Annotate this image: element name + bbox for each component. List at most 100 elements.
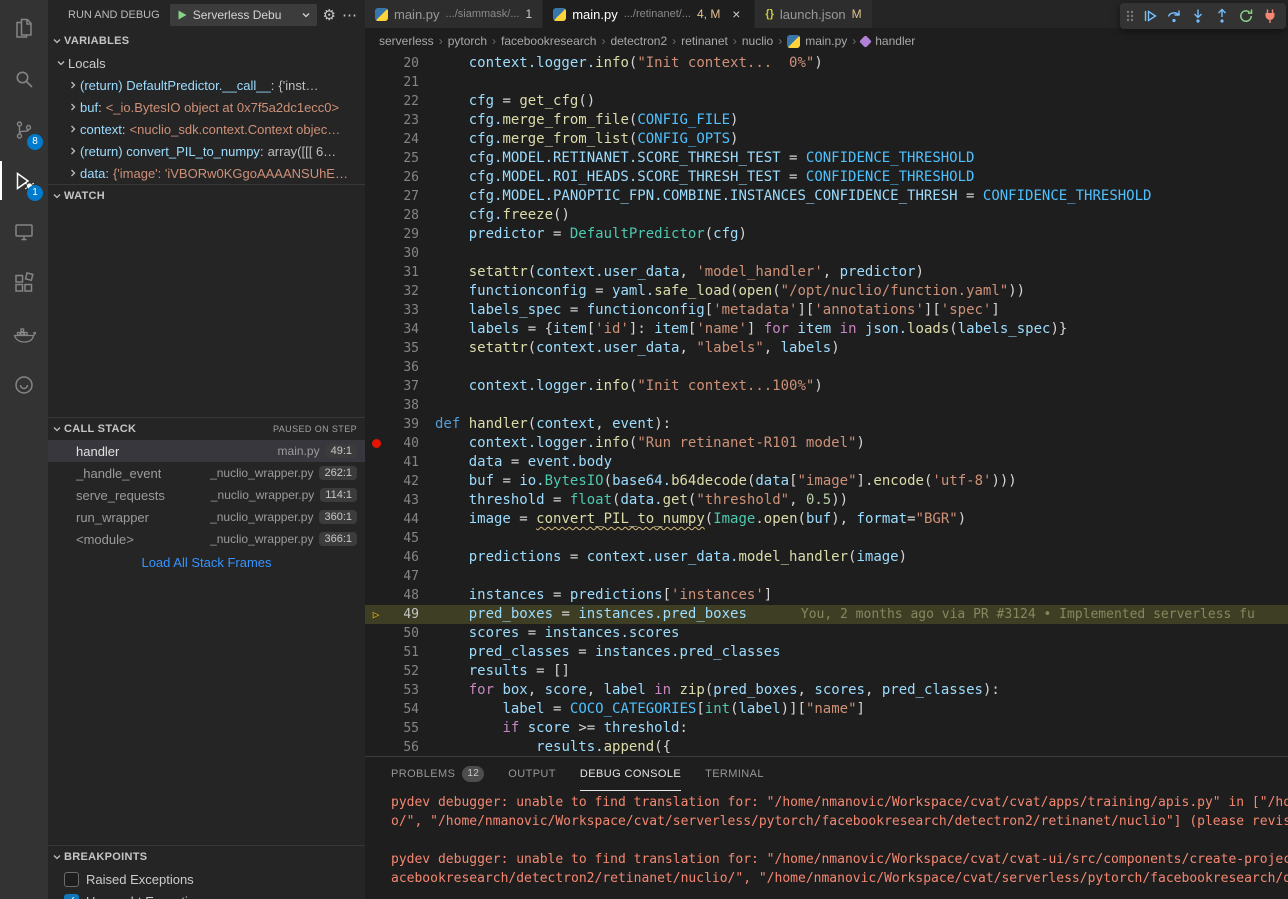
stack-frame-row[interactable]: handlermain.py49:1 (48, 440, 365, 462)
gear-icon[interactable]: ⚙ (323, 8, 336, 23)
breadcrumb-item-nuclio[interactable]: nuclio (742, 34, 773, 48)
gutter-glyph-margin[interactable] (365, 453, 387, 472)
code-line-40[interactable]: 40 context.logger.info("Run retinanet-R1… (365, 434, 1288, 453)
code-line-34[interactable]: 34 labels = {item['id']: item['name'] fo… (365, 320, 1288, 339)
variable-row[interactable]: data:{'image': 'iVBORw0KGgoAAAANSUhE… (48, 162, 365, 184)
gutter-glyph-margin[interactable] (365, 681, 387, 700)
code-line-47[interactable]: 47 (365, 567, 1288, 586)
code-line-45[interactable]: 45 (365, 529, 1288, 548)
watch-section-header[interactable]: WATCH (48, 185, 365, 207)
code-line-46[interactable]: 46 predictions = context.user_data.model… (365, 548, 1288, 567)
code-line-50[interactable]: 50 scores = instances.scores (365, 624, 1288, 643)
step-out-button[interactable] (1210, 4, 1234, 28)
gutter-glyph-margin[interactable] (365, 358, 387, 377)
breakpoints-section-header[interactable]: BREAKPOINTS (48, 846, 365, 868)
activity-item-explorer[interactable] (0, 2, 48, 53)
breadcrumb-item-facebookresearch[interactable]: facebookresearch (501, 34, 596, 48)
code-line-35[interactable]: 35 setattr(context.user_data, "labels", … (365, 339, 1288, 358)
breakpoint-dot[interactable] (372, 439, 381, 448)
code-line-52[interactable]: 52 results = [] (365, 662, 1288, 681)
code-line-30[interactable]: 30 (365, 244, 1288, 263)
gutter-glyph-margin[interactable] (365, 700, 387, 719)
breadcrumb-item-main-py[interactable]: main.py (787, 34, 847, 48)
code-line-26[interactable]: 26 cfg.MODEL.ROI_HEADS.SCORE_THRESH_TEST… (365, 168, 1288, 187)
code-line-38[interactable]: 38 (365, 396, 1288, 415)
breadcrumb-item-serverless[interactable]: serverless (379, 34, 434, 48)
activity-item-docker[interactable] (0, 308, 48, 359)
gutter-glyph-margin[interactable] (365, 510, 387, 529)
activity-item-remote-explorer[interactable] (0, 206, 48, 257)
disconnect-button[interactable] (1258, 4, 1282, 28)
panel-tab-terminal[interactable]: TERMINAL (705, 757, 764, 791)
breadcrumb-item-retinanet[interactable]: retinanet (681, 34, 728, 48)
code-line-43[interactable]: 43 threshold = float(data.get("threshold… (365, 491, 1288, 510)
close-icon[interactable]: × (728, 6, 744, 22)
code-line-33[interactable]: 33 labels_spec = functionconfig['metadat… (365, 301, 1288, 320)
code-line-49[interactable]: ▷49 pred_boxes = instances.pred_boxesYou… (365, 605, 1288, 624)
code-line-51[interactable]: 51 pred_classes = instances.pred_classes (365, 643, 1288, 662)
step-over-button[interactable] (1162, 4, 1186, 28)
gutter-glyph-margin[interactable] (365, 301, 387, 320)
stack-frame-row[interactable]: serve_requests_nuclio_wrapper.py114:1 (48, 484, 365, 506)
code-line-41[interactable]: 41 data = event.body (365, 453, 1288, 472)
debug-console-output[interactable]: pydev debugger: unable to find translati… (365, 791, 1288, 899)
code-line-21[interactable]: 21 (365, 73, 1288, 92)
debug-config-dropdown[interactable]: Serverless Debu (170, 4, 317, 26)
panel-tab-debug-console[interactable]: DEBUG CONSOLE (580, 757, 681, 791)
code-line-48[interactable]: 48 instances = predictions['instances'] (365, 586, 1288, 605)
gutter-glyph-margin[interactable] (365, 662, 387, 681)
editor-tab-2[interactable]: {}launch.jsonM (755, 0, 872, 28)
step-into-button[interactable] (1186, 4, 1210, 28)
gutter-glyph-margin[interactable] (365, 738, 387, 756)
breadcrumb-item-detectron2[interactable]: detectron2 (610, 34, 667, 48)
activity-item-extensions[interactable] (0, 257, 48, 308)
code-line-24[interactable]: 24 cfg.merge_from_list(CONFIG_OPTS) (365, 130, 1288, 149)
variables-section-header[interactable]: VARIABLES (48, 30, 365, 52)
stack-frame-row[interactable]: _handle_event_nuclio_wrapper.py262:1 (48, 462, 365, 484)
code-line-32[interactable]: 32 functionconfig = yaml.safe_load(open(… (365, 282, 1288, 301)
code-line-44[interactable]: 44 image = convert_PIL_to_numpy(Image.op… (365, 510, 1288, 529)
gutter-glyph-margin[interactable] (365, 263, 387, 282)
code-line-20[interactable]: 20 context.logger.info("Init context... … (365, 54, 1288, 73)
code-line-37[interactable]: 37 context.logger.info("Init context...1… (365, 377, 1288, 396)
code-line-27[interactable]: 27 cfg.MODEL.PANOPTIC_FPN.COMBINE.INSTAN… (365, 187, 1288, 206)
code-line-25[interactable]: 25 cfg.MODEL.RETINANET.SCORE_THRESH_TEST… (365, 149, 1288, 168)
gutter-glyph-margin[interactable] (365, 339, 387, 358)
variables-scope-locals[interactable]: Locals (48, 52, 365, 74)
gutter-glyph-margin[interactable] (365, 206, 387, 225)
activity-item-source-control[interactable]: 8 (0, 104, 48, 155)
gutter-glyph-margin[interactable] (365, 548, 387, 567)
panel-tab-problems[interactable]: PROBLEMS12 (391, 757, 484, 791)
code-line-56[interactable]: 56 results.append({ (365, 738, 1288, 756)
stack-frame-row[interactable]: run_wrapper_nuclio_wrapper.py360:1 (48, 506, 365, 528)
load-all-stack-frames-link[interactable]: Load All Stack Frames (48, 555, 365, 570)
start-debugging-icon[interactable] (176, 9, 188, 21)
gutter-glyph-margin[interactable] (365, 567, 387, 586)
gutter-glyph-margin[interactable] (365, 187, 387, 206)
gutter-glyph-margin[interactable] (365, 719, 387, 738)
breakpoint-row[interactable]: ✓Uncaught Exceptions (48, 890, 365, 899)
breadcrumb-item-pytorch[interactable]: pytorch (448, 34, 487, 48)
gutter-glyph-margin[interactable] (365, 586, 387, 605)
code-line-42[interactable]: 42 buf = io.BytesIO(base64.b64decode(dat… (365, 472, 1288, 491)
activity-item-search[interactable] (0, 53, 48, 104)
code-line-28[interactable]: 28 cfg.freeze() (365, 206, 1288, 225)
restart-button[interactable] (1234, 4, 1258, 28)
breakpoint-checkbox[interactable]: ✓ (64, 894, 79, 899)
code-line-55[interactable]: 55 if score >= threshold: (365, 719, 1288, 738)
editor-tab-0[interactable]: main.py.../siammask/...1 (365, 0, 543, 28)
code-line-54[interactable]: 54 label = COCO_CATEGORIES[int(label)]["… (365, 700, 1288, 719)
gutter-glyph-margin[interactable] (365, 54, 387, 73)
code-line-29[interactable]: 29 predictor = DefaultPredictor(cfg) (365, 225, 1288, 244)
call-stack-section-header[interactable]: CALL STACK PAUSED ON STEP (48, 418, 365, 440)
gutter-glyph-margin[interactable] (365, 491, 387, 510)
toolbar-drag-handle-icon[interactable] (1124, 8, 1136, 24)
gutter-glyph-margin[interactable] (365, 73, 387, 92)
gutter-glyph-margin[interactable] (365, 434, 387, 453)
gutter-glyph-margin[interactable] (365, 149, 387, 168)
gutter-glyph-margin[interactable]: ▷ (365, 605, 387, 624)
gutter-glyph-margin[interactable] (365, 168, 387, 187)
activity-item-run-and-debug[interactable]: 1 (0, 155, 48, 206)
continue-button[interactable] (1138, 4, 1162, 28)
breakpoint-checkbox[interactable] (64, 872, 79, 887)
